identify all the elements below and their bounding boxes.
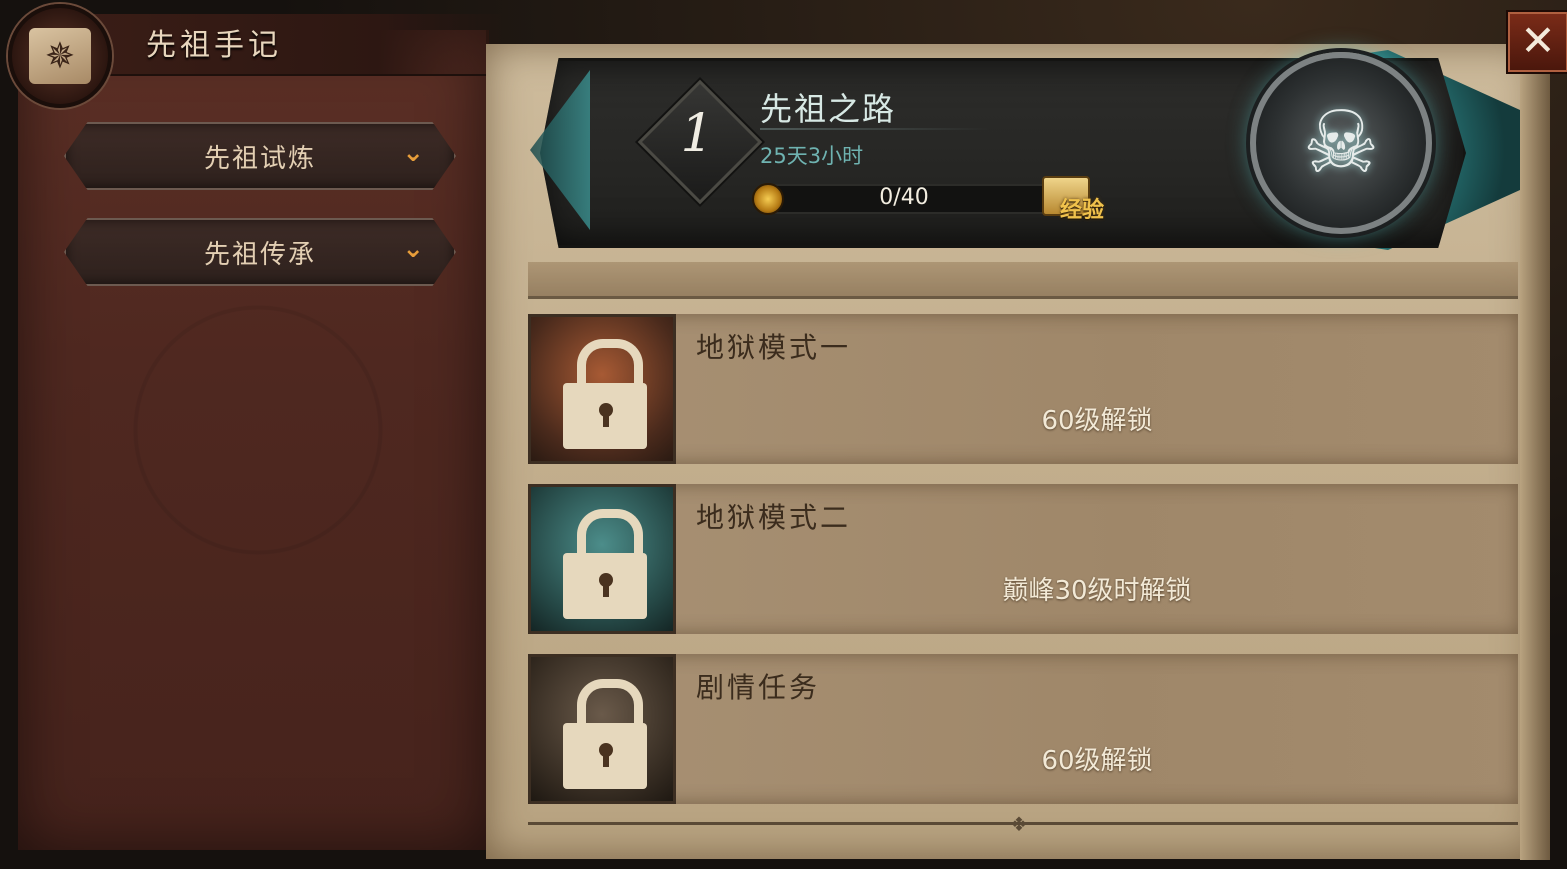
time-remaining: 25天3小时 bbox=[760, 144, 864, 168]
chevron-down-icon: ⌄ bbox=[402, 234, 424, 264]
level-row-hell-mode-2[interactable]: 地狱模式二 巅峰30级时解锁 bbox=[528, 484, 1518, 634]
level-name: 剧情任务 bbox=[696, 671, 821, 704]
journal-badge: ✵ bbox=[8, 4, 112, 108]
title-divider bbox=[760, 128, 990, 130]
close-button[interactable]: ✕ bbox=[1508, 12, 1567, 72]
skull-emblem: ☠ bbox=[1250, 52, 1432, 234]
lock-icon bbox=[563, 339, 647, 451]
unlock-requirement: 60级解锁 bbox=[1041, 406, 1153, 436]
dropdown-ancestor-legacy[interactable]: 先祖传承 ⌄ bbox=[64, 218, 456, 286]
level-thumbnail bbox=[528, 314, 676, 464]
lock-icon bbox=[563, 509, 647, 621]
panel-edge bbox=[1520, 60, 1550, 860]
level-row-story-quest[interactable]: 剧情任务 60级解锁 bbox=[528, 654, 1518, 804]
reward-label: 经验 bbox=[1060, 198, 1105, 223]
unlock-requirement: 巅峰30级时解锁 bbox=[1002, 576, 1192, 606]
compass-glyph: ✵ bbox=[44, 35, 76, 77]
level-thumbnail bbox=[528, 654, 676, 804]
dropdown-label: 先祖试炼 bbox=[203, 144, 316, 174]
progress-text: 0/40 bbox=[879, 185, 929, 210]
level-name: 地狱模式二 bbox=[696, 501, 852, 534]
skull-icon: ☠ bbox=[1302, 93, 1380, 193]
divider-ornament-icon: ❖ bbox=[1010, 812, 1028, 836]
dropdown-ancestor-trials[interactable]: 先祖试炼 ⌄ bbox=[64, 122, 456, 190]
lock-icon bbox=[563, 679, 647, 791]
compass-icon: ✵ bbox=[29, 28, 91, 84]
sidebar-title-bar bbox=[70, 14, 510, 76]
level-thumbnail bbox=[528, 484, 676, 634]
level-name: 地狱模式一 bbox=[696, 331, 852, 364]
path-level: 1 bbox=[680, 104, 714, 164]
list-scroll-top bbox=[528, 262, 1518, 299]
chevron-down-icon: ⌄ bbox=[402, 138, 424, 168]
level-row-hell-mode-1[interactable]: 地狱模式一 60级解锁 bbox=[528, 314, 1518, 464]
journal-title: 先祖手记 bbox=[146, 28, 282, 63]
unlock-requirement: 60级解锁 bbox=[1041, 746, 1153, 776]
dropdown-label: 先祖传承 bbox=[203, 240, 316, 270]
path-title: 先祖之路 bbox=[760, 90, 897, 128]
